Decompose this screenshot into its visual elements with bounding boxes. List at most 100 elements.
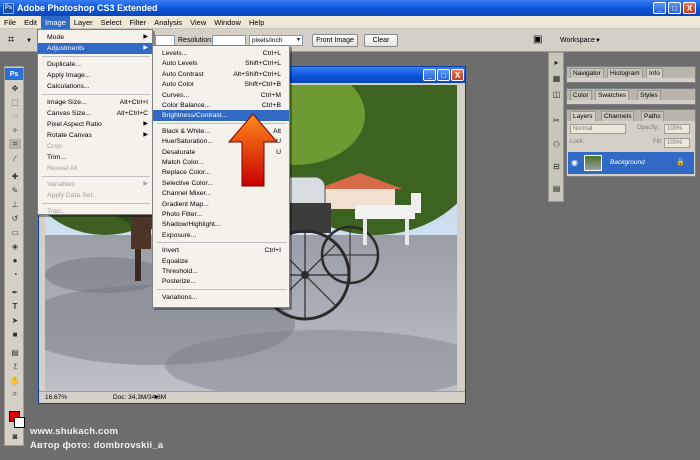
tab-styles[interactable]: Styles bbox=[637, 90, 661, 100]
menu-analysis[interactable]: Analysis bbox=[150, 16, 186, 29]
adjustments-item-17[interactable]: Exposure... bbox=[153, 230, 289, 241]
brush-tool-icon[interactable]: ✎ bbox=[9, 185, 21, 195]
tab-navigator[interactable]: Navigator bbox=[570, 68, 604, 78]
tab-swatches[interactable]: Swatches bbox=[595, 90, 630, 100]
image-menu-item-2[interactable]: Duplicate... bbox=[38, 59, 152, 70]
tab-layers[interactable]: Layers bbox=[570, 111, 596, 121]
image-menu-item-4[interactable]: Calculations... bbox=[38, 81, 152, 92]
tab-color[interactable]: Color bbox=[570, 90, 592, 100]
image-menu-item-6[interactable]: Canvas Size... Alt+Ctrl+C bbox=[38, 108, 152, 119]
menu-layer[interactable]: Layer bbox=[70, 16, 97, 29]
slice-tool-icon[interactable]: ⁄ bbox=[9, 153, 21, 163]
history-panel-icon[interactable]: ⊟ bbox=[551, 161, 562, 172]
layer-comps-panel-icon[interactable]: ▤ bbox=[551, 183, 562, 194]
actions-panel-icon[interactable]: ⚇ bbox=[551, 139, 562, 150]
adjustments-item-20[interactable]: Threshold... bbox=[153, 266, 289, 277]
layer-name[interactable]: Background bbox=[610, 159, 645, 166]
adjustments-item-21[interactable]: Posterize... bbox=[153, 276, 289, 287]
background-color-swatch[interactable] bbox=[14, 417, 25, 428]
zoom-level[interactable]: 16.67% bbox=[45, 394, 67, 401]
adjustments-item-5[interactable]: Color Balance... Ctrl+B bbox=[153, 100, 289, 111]
menu-help[interactable]: Help bbox=[245, 16, 268, 29]
image-menu-item-1[interactable]: Adjustments ▶ bbox=[38, 43, 152, 54]
adjustments-item-1[interactable]: Auto Levels Shift+Ctrl+L bbox=[153, 58, 289, 69]
adjustments-item-22[interactable]: Variations... bbox=[153, 292, 289, 303]
image-menu-item-10[interactable]: Trim... bbox=[38, 152, 152, 163]
adjustments-item-16[interactable]: Shadow/Highlight... bbox=[153, 219, 289, 230]
front-image-button[interactable]: Front Image bbox=[312, 34, 358, 47]
quick-mask-icon[interactable]: ◙ bbox=[9, 431, 21, 441]
image-menu-item-5[interactable]: Image Size... Alt+Ctrl+I bbox=[38, 97, 152, 108]
clone-stamp-tool-icon[interactable]: ⊥ bbox=[9, 199, 21, 209]
adjustments-item-19[interactable]: Equalize bbox=[153, 256, 289, 267]
opacity-field[interactable]: 100% bbox=[664, 124, 690, 134]
adjustments-item-13[interactable]: Channel Mixer... bbox=[153, 188, 289, 199]
menu-separator bbox=[157, 288, 287, 290]
crop-tool-icon[interactable]: ⌗ bbox=[9, 139, 21, 149]
tool-presets-panel-icon[interactable]: ✂ bbox=[551, 115, 562, 126]
minimize-button[interactable]: _ bbox=[653, 2, 666, 14]
adjustments-item-0[interactable]: Levels... Ctrl+L bbox=[153, 48, 289, 59]
lasso-tool-icon[interactable]: ◌ bbox=[9, 111, 21, 121]
tab-channels[interactable]: Channels bbox=[601, 111, 635, 121]
dodge-tool-icon[interactable]: ◔ bbox=[9, 269, 21, 279]
menu-edit[interactable]: Edit bbox=[20, 16, 41, 29]
history-brush-tool-icon[interactable]: ↺ bbox=[9, 213, 21, 223]
layer-visibility-eye-icon[interactable]: ◉ bbox=[571, 158, 578, 167]
image-menu-item-3[interactable]: Apply Image... bbox=[38, 70, 152, 81]
crop-tool-icon[interactable]: ⌗ bbox=[8, 34, 22, 47]
dock-collapse-icon[interactable]: ▸ bbox=[551, 57, 562, 68]
eraser-tool-icon[interactable]: ▭ bbox=[9, 227, 21, 237]
close-button[interactable]: X bbox=[683, 2, 696, 14]
doc-minimize-button[interactable]: _ bbox=[423, 69, 436, 81]
image-menu-item-7[interactable]: Pixel Aspect Ratio ▶ bbox=[38, 119, 152, 130]
adjustments-item-3[interactable]: Auto Color Shift+Ctrl+B bbox=[153, 79, 289, 90]
eyedropper-tool-icon[interactable]: ⁒ bbox=[9, 361, 21, 371]
paint-bucket-tool-icon[interactable]: ◈ bbox=[9, 241, 21, 251]
notes-tool-icon[interactable]: ▤ bbox=[9, 347, 21, 357]
rectangle-tool-icon[interactable]: ■ bbox=[9, 329, 21, 339]
move-tool-icon[interactable]: ✥ bbox=[9, 83, 21, 93]
status-menu-arrow-icon[interactable]: ▶ bbox=[155, 394, 159, 400]
bridge-icon[interactable]: ▣ bbox=[533, 34, 548, 46]
menu-item-label: Trap... bbox=[47, 208, 67, 215]
tab-paths[interactable]: Paths bbox=[641, 111, 664, 121]
workspace-menu[interactable]: Workspace bbox=[560, 37, 595, 44]
marquee-tool-icon[interactable]: ⬚ bbox=[9, 97, 21, 107]
menu-filter[interactable]: Filter bbox=[126, 16, 151, 29]
menu-view[interactable]: View bbox=[186, 16, 210, 29]
image-menu-item-8[interactable]: Rotate Canvas ▶ bbox=[38, 130, 152, 141]
adjustments-item-15[interactable]: Photo Filter... bbox=[153, 209, 289, 220]
blend-mode-select[interactable]: Normal bbox=[570, 124, 626, 134]
path-selection-tool-icon[interactable]: ➤ bbox=[9, 315, 21, 325]
menu-select[interactable]: Select bbox=[97, 16, 126, 29]
menu-item-label: Trim... bbox=[47, 154, 66, 161]
clear-button[interactable]: Clear bbox=[364, 34, 398, 47]
adjustments-item-14[interactable]: Gradient Map... bbox=[153, 199, 289, 210]
zoom-tool-icon[interactable]: ⌕ bbox=[9, 389, 21, 399]
tab-info[interactable]: Info bbox=[646, 68, 663, 78]
menu-item-shortcut: Alt+Ctrl+I bbox=[119, 99, 148, 106]
magic-wand-tool-icon[interactable]: ✧ bbox=[9, 125, 21, 135]
type-tool-icon[interactable]: T bbox=[9, 301, 21, 311]
menu-window[interactable]: Window bbox=[210, 16, 245, 29]
doc-close-button[interactable]: X bbox=[451, 69, 464, 81]
tab-histogram[interactable]: Histogram bbox=[607, 68, 643, 78]
adjustments-item-4[interactable]: Curves... Ctrl+M bbox=[153, 90, 289, 101]
adjustments-item-2[interactable]: Auto Contrast Alt+Shift+Ctrl+L bbox=[153, 69, 289, 80]
blur-tool-icon[interactable]: ● bbox=[9, 255, 21, 265]
hand-tool-icon[interactable]: ✋ bbox=[9, 375, 21, 385]
layer-row-background[interactable]: ◉ Background 🔒 bbox=[568, 152, 694, 174]
doc-maximize-button[interactable]: □ bbox=[437, 69, 450, 81]
pen-tool-icon[interactable]: ✒ bbox=[9, 287, 21, 297]
adjustments-item-18[interactable]: Invert Ctrl+I bbox=[153, 245, 289, 256]
fill-field[interactable]: 100% bbox=[664, 138, 690, 148]
maximize-button[interactable]: □ bbox=[668, 2, 681, 14]
brushes-panel-icon[interactable]: ▦ bbox=[551, 73, 562, 84]
image-menu-item-0[interactable]: Mode ▶ bbox=[38, 32, 152, 43]
tool-preset-arrow-icon[interactable]: ▼ bbox=[26, 38, 32, 44]
menu-image[interactable]: Image bbox=[41, 15, 70, 29]
healing-brush-tool-icon[interactable]: ✚ bbox=[9, 171, 21, 181]
clone-source-panel-icon[interactable]: ◫ bbox=[551, 89, 562, 100]
menu-file[interactable]: File bbox=[0, 16, 20, 29]
